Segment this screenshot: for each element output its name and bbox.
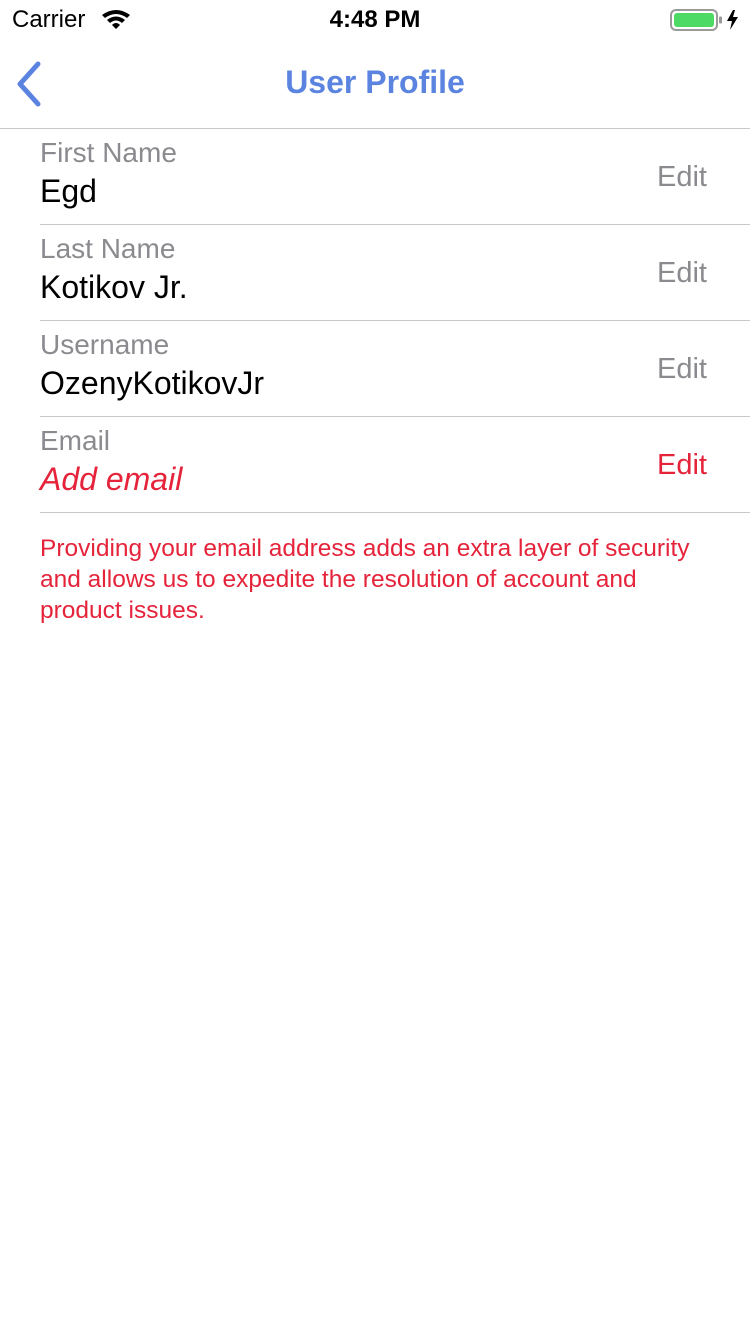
last-name-label: Last Name	[40, 233, 176, 264]
first-name-label: First Name	[40, 137, 177, 168]
username-label: Username	[40, 329, 170, 360]
user-profile-screen: Carrier 4:48 PM User Profile First Name …	[0, 0, 750, 1334]
profile-row-username: Username OzenyKotikovJr Edit	[40, 321, 750, 417]
profile-row-first-name: First Name Egd Edit	[40, 129, 750, 225]
first-name-value: Egd	[40, 173, 97, 209]
last-name-value: Kotikov Jr.	[40, 269, 188, 305]
status-bar: Carrier 4:48 PM	[0, 0, 750, 40]
page-title: User Profile	[285, 64, 465, 100]
email-warning-note: Providing your email address adds an ext…	[40, 535, 690, 624]
status-time: 4:48 PM	[329, 6, 421, 33]
profile-row-last-name: Last Name Kotikov Jr. Edit	[40, 225, 750, 321]
email-placeholder-value: Add email	[40, 461, 183, 497]
edit-username-button[interactable]: Edit	[657, 353, 707, 386]
profile-row-email: Email Add email Edit	[40, 417, 750, 513]
battery-icon	[670, 8, 742, 32]
email-label: Email	[40, 425, 111, 456]
profile-fields-list: First Name Egd Edit Last Name Kotikov Jr…	[40, 129, 750, 513]
navigation-bar: User Profile	[0, 40, 750, 129]
edit-email-button[interactable]: Edit	[657, 449, 707, 482]
charging-bolt-icon	[727, 10, 738, 30]
edit-first-name-button[interactable]: Edit	[657, 161, 707, 194]
edit-last-name-button[interactable]: Edit	[657, 257, 707, 290]
username-value: OzenyKotikovJr	[40, 365, 265, 401]
